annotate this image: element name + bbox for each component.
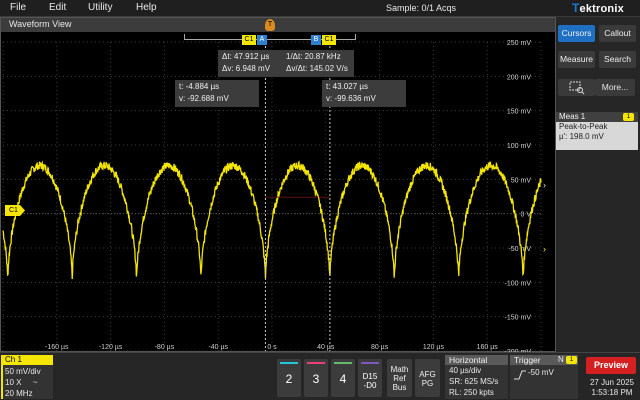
trigger-position-marker[interactable]: T <box>265 19 275 31</box>
trigger-badge[interactable]: Trigger N 1 -50 mV <box>510 355 578 399</box>
y-tick-label: 100 mV <box>507 143 531 150</box>
cursor-layer <box>264 42 331 351</box>
ch2-button[interactable]: 2 <box>277 359 301 397</box>
ch4-color-bar <box>334 362 352 364</box>
digital-channels-button[interactable]: D15 -D0 <box>358 359 382 397</box>
menu-help[interactable]: Help <box>136 2 157 13</box>
trigger-source-badge: 1 <box>566 356 577 364</box>
y-tick-label: -50 mV <box>508 246 531 253</box>
more-button[interactable]: More... <box>595 79 635 96</box>
cursor-a-readout: t: -4.884 µs v: -92.688 mV <box>175 80 259 107</box>
x-tick-label: 160 µs <box>477 344 499 351</box>
x-tick-label: -80 µs <box>155 344 175 351</box>
scroll-right-icon[interactable]: › <box>543 180 551 192</box>
cursor-b-voltage: v: -99.636 mV <box>326 94 376 103</box>
sample-rate: SR: 625 MS/s <box>449 377 499 386</box>
measure-button[interactable]: Measure <box>558 51 595 68</box>
menu-file[interactable]: File <box>10 2 26 13</box>
x-tick-label: 120 µs <box>423 344 445 351</box>
ch1-scale: 50 mV/div <box>5 367 41 376</box>
search-button[interactable]: Search <box>599 51 636 68</box>
y-tick-label: -150 mV <box>505 315 532 322</box>
inverse-delta-time: 1/Δt: 20.87 kHz <box>286 52 341 61</box>
trigger-mode: N <box>558 355 564 364</box>
cursor-a-voltage: v: -92.688 mV <box>179 94 229 103</box>
zoom-select-icon[interactable] <box>558 79 595 96</box>
x-axis-labels: -160 µs -120 µs -80 µs -40 µs 0 s 40 µs 80 µs 1… <box>45 344 498 351</box>
menu-bar: File Edit Utility Help Sample: 0/1 Acqs … <box>0 0 640 17</box>
ch2-color-bar <box>280 362 298 364</box>
x-tick-label: -160 µs <box>45 344 69 351</box>
record-length: RL: 250 kpts <box>449 388 494 397</box>
cursor-b-handle[interactable]: B <box>311 35 321 45</box>
ch1-title: Ch 1 <box>3 355 53 365</box>
x-tick-label: -40 µs <box>208 344 228 351</box>
ch4-button[interactable]: 4 <box>331 359 355 397</box>
meas1-name: Peak-to-Peak <box>559 122 608 131</box>
meas1-value: µ': 198.0 mV <box>559 132 604 141</box>
meas1-badge-card[interactable]: Meas 1 1 Peak-to-Peak µ': 198.0 mV <box>556 112 638 150</box>
delta-slope: Δv/Δt: 145.02 V/s <box>286 64 348 73</box>
math-ref-bus-button[interactable]: Math Ref Bus <box>387 359 412 397</box>
time-display: 1:53:18 PM <box>591 388 633 397</box>
cursor-a-time: t: -4.884 µs <box>179 82 220 91</box>
rising-edge-icon <box>514 367 526 385</box>
x-tick-label: 80 µs <box>371 344 389 351</box>
meas1-channel-badge: 1 <box>623 113 634 121</box>
date-display: 27 Jun 2025 <box>589 378 635 387</box>
digital-color-bar <box>361 362 379 364</box>
x-tick-label: 0 s <box>267 344 277 351</box>
horizontal-scale: 40 µs/div <box>449 366 482 375</box>
cursor-a-channel-tag: C1 <box>242 35 256 45</box>
y-tick-label: -100 mV <box>505 280 532 287</box>
menu-edit[interactable]: Edit <box>49 2 66 13</box>
horizontal-badge[interactable]: Horizontal 40 µs/div SR: 625 MS/s RL: 25… <box>445 355 508 399</box>
y-tick-label: 200 mV <box>507 74 531 81</box>
y-tick-label: 250 mV <box>507 40 531 47</box>
x-tick-label: 40 µs <box>317 344 335 351</box>
cursor-b-time: t: 43.027 µs <box>326 82 368 91</box>
cursor-b-channel-tag: C1 <box>322 35 336 45</box>
y-tick-label: 150 mV <box>507 109 531 116</box>
scroll-right-icon[interactable]: › <box>543 244 551 256</box>
brand-logo: Tektronix <box>572 1 624 15</box>
settings-bar: Ch 1 50 mV/div 10 X ~ 20 MHz 2 3 4 D15 -D… <box>0 352 640 400</box>
x-tick-label: -120 µs <box>99 344 123 351</box>
horizontal-title: Horizontal <box>445 355 508 365</box>
acquisition-status: Sample: 0/1 Acqs <box>386 3 457 13</box>
ch3-color-bar <box>307 362 325 364</box>
afg-pg-button[interactable]: AFG PG <box>415 359 440 397</box>
preview-button[interactable]: Preview <box>586 357 636 374</box>
delta-voltage: Δv: 6.948 mV <box>222 64 271 73</box>
cursor-b-readout: t: 43.027 µs v: -99.636 mV <box>322 80 406 107</box>
waveform-view[interactable]: Waveform View 250 mV 200 mV 150 mV 100 mV 50… <box>0 17 556 353</box>
cursor-delta-readout: Δt: 47.912 µs Δv: 6.948 mV 1/Δt: 20.87 k… <box>218 50 354 77</box>
cursors-button[interactable]: Cursors <box>558 25 595 42</box>
cursor-a-handle[interactable]: A <box>257 35 267 45</box>
ch1-badge[interactable]: Ch 1 50 mV/div 10 X ~ 20 MHz <box>1 355 53 399</box>
menu-utility[interactable]: Utility <box>88 2 112 13</box>
callout-button[interactable]: Callout <box>599 25 636 42</box>
ch1-probe: 10 X <box>5 378 22 387</box>
delta-time: Δt: 47.912 µs <box>222 52 270 61</box>
coupling-icon: ~ <box>33 378 38 387</box>
ch3-button[interactable]: 3 <box>304 359 328 397</box>
y-tick-label: 50 mV <box>511 177 532 184</box>
ch1-bandwidth: 20 MHz <box>5 389 33 398</box>
trigger-level: -50 mV <box>528 368 554 377</box>
y-axis-labels: 250 mV200 mV150 mV100 mV50 mV0 V-50 mV-1… <box>505 40 532 353</box>
